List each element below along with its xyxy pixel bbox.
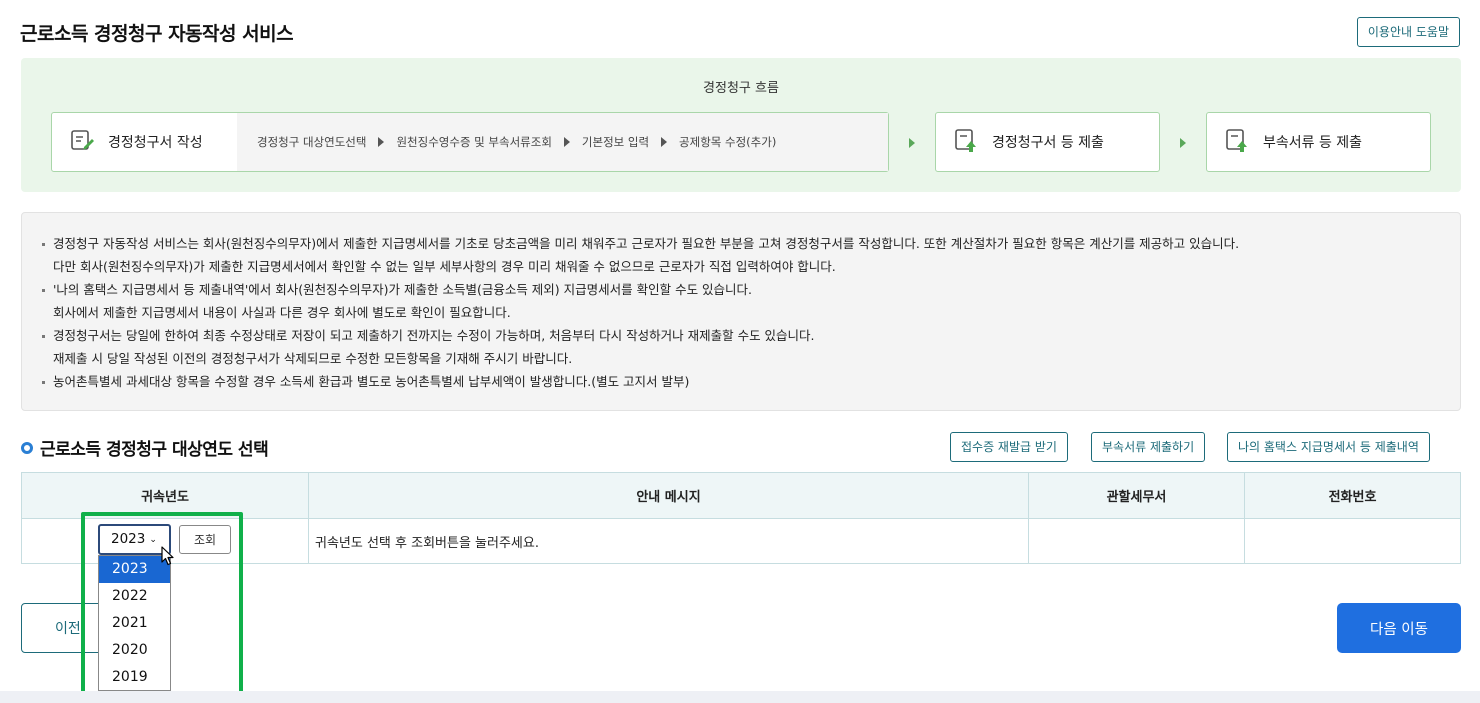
receipt-reissue-button[interactable]: 접수증 재발급 받기 [950,432,1068,462]
year-select-value: 2023 [111,531,146,547]
chevron-down-icon: ⌄ [149,535,157,545]
flow-step-write-label: 경정청구서 작성 [108,135,203,151]
mouse-cursor-icon [161,546,175,570]
column-header-year: 귀속년도 [21,472,309,519]
notice-text: 재제출 시 당일 작성된 이전의 경정청구서가 삭제되므로 수정한 모든항목을 … [53,350,573,366]
submit-upload-icon [954,127,980,157]
attachment-submit-button[interactable]: 부속서류 제출하기 [1091,432,1206,462]
substep-arrow-icon [661,137,668,147]
message-cell: 귀속년도 선택 후 조회버튼을 눌러주세요. [308,518,1029,564]
flow-title: 경정청구 흐름 [703,81,779,96]
substep-basic-info: 기본정보 입력 [581,135,650,149]
table-row: 귀속년도 선택 후 조회버튼을 눌러주세요. [21,518,1461,564]
tax-office-cell [1028,518,1245,564]
flow-panel: 경정청구 흐름 경정청구서 작성 경정청구 대상연도선택 원천징수영수증 및 부… [21,58,1461,192]
substep-arrow-icon [563,137,570,147]
help-guide-button[interactable]: 이용안내 도움말 [1356,17,1460,47]
footer-band [0,691,1480,703]
notice-item: 경정청구 자동작성 서비스는 회사(원천징수의무자)에서 제출한 지급명세서를 … [42,233,1440,278]
notice-text: 경정청구서는 당일에 한하여 최종 수정상태로 저장이 되고 제출하기 전까지는… [53,328,815,343]
substep-receipt-lookup: 원천징수영수증 및 부속서류조회 [396,135,552,149]
section-title: 근로소득 경정청구 대상연도 선택 [21,435,269,460]
query-button[interactable]: 조회 [179,525,231,554]
flow-step-write-main: 경정청구서 작성 [52,113,237,171]
flow-step-submit-label: 경정청구서 등 제출 [992,135,1104,151]
year-selection-table: 귀속년도 안내 메시지 관할세무서 전화번호 귀속년도 선택 후 조회버튼을 눌… [21,472,1461,564]
notice-item: 농어촌특별세 과세대상 항목을 수정할 경우 소득세 환급과 별도로 농어촌특별… [42,371,1440,394]
flow-step-attachments: 부속서류 등 제출 [1206,112,1431,172]
flow-step-write: 경정청구서 작성 경정청구 대상연도선택 원천징수영수증 및 부속서류조회 기본… [51,112,889,172]
flow-substeps: 경정청구 대상연도선택 원천징수영수증 및 부속서류조회 기본정보 입력 공제항… [237,113,888,171]
year-option[interactable]: 2023 [99,556,170,583]
phone-cell [1244,518,1461,564]
notice-text: 농어촌특별세 과세대상 항목을 수정할 경우 소득세 환급과 별도로 농어촌특별… [53,374,690,389]
column-header-phone: 전화번호 [1244,472,1461,519]
year-option[interactable]: 2022 [99,583,170,610]
year-option[interactable]: 2020 [99,637,170,664]
year-dropdown-list: 2023 2022 2021 2020 2019 [98,555,171,691]
page-title: 근로소득 경정청구 자동작성 서비스 [20,23,294,45]
year-option[interactable]: 2021 [99,610,170,637]
column-header-tax-office: 관할세무서 [1028,472,1245,519]
flow-step-attachments-main: 부속서류 등 제출 [1207,113,1362,171]
substep-arrow-icon [378,137,385,147]
notice-item: '나의 홈택스 지급명세서 등 제출내역'에서 회사(원천징수의무자)가 제출한… [42,279,1440,324]
substep-year-select: 경정청구 대상연도선택 [257,135,367,149]
hometax-statement-history-button[interactable]: 나의 홈택스 지급명세서 등 제출내역 [1227,432,1430,462]
notice-text: 경정청구 자동작성 서비스는 회사(원천징수의무자)에서 제출한 지급명세서를 … [53,236,1240,251]
notice-item: 경정청구서는 당일에 한하여 최종 수정상태로 저장이 되고 제출하기 전까지는… [42,325,1440,370]
substep-deduction-edit: 공제항목 수정(추가) [679,135,777,149]
next-button[interactable]: 다음 이동 [1337,603,1461,653]
flow-arrow-icon [909,138,915,148]
flow-step-submit-main: 경정청구서 등 제출 [936,113,1104,171]
form-edit-icon [70,128,96,156]
submit-upload-icon [1225,127,1251,157]
table-header-row: 귀속년도 안내 메시지 관할세무서 전화번호 [21,472,1461,519]
year-option[interactable]: 2019 [99,664,170,691]
notice-panel: 경정청구 자동작성 서비스는 회사(원천징수의무자)에서 제출한 지급명세서를 … [21,212,1461,411]
notice-text: 다만 회사(원천징수의무자)가 제출한 지급명세서에서 확인할 수 없는 일부 … [53,258,836,274]
flow-step-submit: 경정청구서 등 제출 [935,112,1160,172]
bullet-ring-icon [21,441,33,454]
column-header-message: 안내 메시지 [308,472,1029,519]
section-title-text: 근로소득 경정청구 대상연도 선택 [40,440,269,460]
flow-step-attachments-label: 부속서류 등 제출 [1263,135,1363,151]
flow-arrow-icon [1180,138,1186,148]
notice-text: 회사에서 제출한 지급명세서 내용이 사실과 다른 경우 회사에 별도로 확인이… [53,304,511,320]
notice-text: '나의 홈택스 지급명세서 등 제출내역'에서 회사(원천징수의무자)가 제출한… [53,282,753,297]
